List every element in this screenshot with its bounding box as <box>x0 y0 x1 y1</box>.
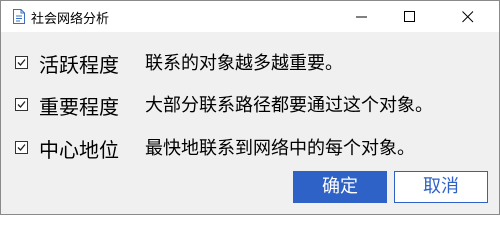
option-row-importance: 重要程度 大部分联系路径都要通过这个对象。 <box>1 89 499 119</box>
centrality-description: 最快地联系到网络中的每个对象。 <box>145 138 415 159</box>
centrality-label[interactable]: 中心地位 <box>39 134 119 163</box>
close-icon <box>462 11 474 23</box>
document-icon <box>13 9 25 24</box>
activity-checkbox[interactable] <box>15 56 28 69</box>
title-bar[interactable]: 社会网络分析 <box>1 1 499 32</box>
activity-description: 联系的对象越多越重要。 <box>145 53 343 74</box>
maximize-button[interactable] <box>387 1 433 32</box>
minimize-icon <box>356 16 367 18</box>
cancel-button[interactable]: 取消 <box>394 171 488 203</box>
importance-checkbox[interactable] <box>15 98 28 111</box>
checkmark-icon <box>17 101 26 108</box>
maximize-icon <box>404 11 415 22</box>
window-title: 社会网络分析 <box>31 12 110 27</box>
activity-label[interactable]: 活跃程度 <box>39 49 119 78</box>
dialog-window: 社会网络分析 活跃程度 联系的对象越多越重要。 重要程度 大部分联系路径都要通过… <box>0 0 500 215</box>
checkmark-icon <box>17 59 26 66</box>
importance-description: 大部分联系路径都要通过这个对象。 <box>145 95 433 116</box>
centrality-checkbox[interactable] <box>15 141 28 154</box>
minimize-button[interactable] <box>339 1 385 32</box>
option-row-centrality: 中心地位 最快地联系到网络中的每个对象。 <box>1 132 499 162</box>
option-row-activity: 活跃程度 联系的对象越多越重要。 <box>1 47 499 77</box>
importance-label[interactable]: 重要程度 <box>39 91 119 120</box>
close-button[interactable] <box>445 1 491 32</box>
checkmark-icon <box>17 144 26 151</box>
ok-button[interactable]: 确定 <box>293 171 387 203</box>
